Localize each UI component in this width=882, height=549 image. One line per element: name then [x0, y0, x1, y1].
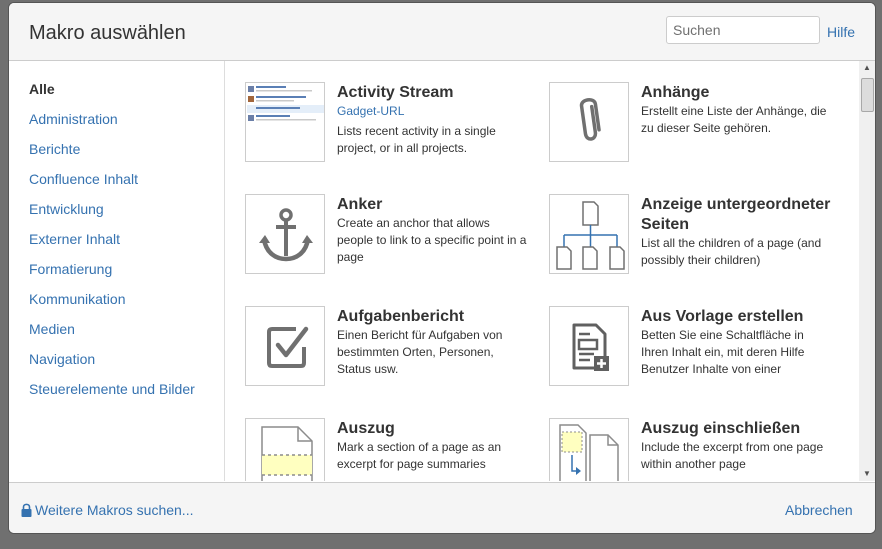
category-berichte[interactable]: Berichte [29, 141, 80, 157]
more-macros-label: Weitere Makros suchen... [35, 502, 194, 518]
macro-description: Einen Bericht für Aufgaben von bestimmte… [337, 328, 503, 376]
macro-card-auszug-einschliessen[interactable]: Auszug einschließen Include the excerpt … [529, 397, 829, 481]
search-input[interactable] [666, 16, 820, 44]
paperclip-icon [549, 82, 629, 162]
macro-name: Auszug [337, 420, 395, 437]
macro-card-aufgabenbericht[interactable]: Aufgabenbericht Einen Bericht für Aufgab… [225, 285, 525, 390]
checkbox-icon [245, 306, 325, 386]
category-steuerelemente-und-bilder[interactable]: Steuerelemente und Bilder [29, 381, 195, 397]
category-administration[interactable]: Administration [29, 111, 118, 127]
category-all[interactable]: Alle [29, 81, 55, 97]
scrollbar-thumb[interactable] [861, 78, 874, 112]
scroll-down-arrow-icon[interactable]: ▼ [859, 467, 875, 481]
excerpt-icon [245, 418, 325, 481]
macro-description: Mark a section of a page as an excerpt f… [337, 440, 502, 471]
macro-name: Auszug einschließen [641, 420, 801, 437]
more-macros-link[interactable]: Weitere Makros suchen... [21, 502, 193, 518]
page-tree-icon [549, 194, 629, 274]
macro-description: Create an anchor that allows people to l… [337, 216, 527, 264]
macro-name: Anhänge [641, 84, 710, 101]
dialog-footer: Weitere Makros suchen... Abbrechen [9, 482, 875, 533]
macro-list-scrollbar[interactable]: ▲ ▼ [859, 61, 875, 481]
macro-card-anzeige-untergeordneter-seiten[interactable]: Anzeige untergeordneter Seiten List all … [529, 173, 831, 278]
macro-name: Activity Stream [337, 84, 454, 101]
category-formatierung[interactable]: Formatierung [29, 261, 112, 277]
macro-name: Anker [337, 196, 383, 213]
category-navigation[interactable]: Navigation [29, 351, 95, 367]
excerpt-include-icon [549, 418, 629, 481]
category-kommunikation[interactable]: Kommunikation [29, 291, 126, 307]
macro-description: Include the excerpt from one page within… [641, 440, 824, 471]
category-confluence-inhalt[interactable]: Confluence Inhalt [29, 171, 138, 187]
macro-list: Activity Stream Gadget-URL Lists recent … [225, 61, 859, 481]
scroll-up-arrow-icon[interactable]: ▲ [859, 61, 875, 75]
macro-description: Erstellt eine Liste der Anhänge, die zu … [641, 104, 827, 135]
template-icon [549, 306, 629, 386]
help-link[interactable]: Hilfe [827, 24, 855, 40]
macro-name: Anzeige untergeordneter Seiten [641, 196, 831, 233]
activity-stream-thumbnail [245, 82, 325, 162]
lock-icon [21, 503, 32, 517]
category-medien[interactable]: Medien [29, 321, 75, 337]
cancel-button[interactable]: Abbrechen [785, 502, 853, 518]
macro-browser-dialog: Makro auswählen Hilfe Alle Administratio… [9, 3, 875, 533]
macro-description: List all the children of a page (and pos… [641, 236, 822, 267]
category-entwicklung[interactable]: Entwicklung [29, 201, 104, 217]
category-sidebar: Alle Administration Berichte Confluence … [9, 61, 225, 481]
macro-card-anhaenge[interactable]: Anhänge Erstellt eine Liste der Anhänge,… [529, 61, 829, 166]
dialog-header: Makro auswählen Hilfe [9, 3, 875, 61]
macro-name: Aufgabenbericht [337, 308, 465, 325]
macro-name: Aus Vorlage erstellen [641, 308, 804, 325]
gadget-url-link[interactable]: Gadget-URL [337, 103, 404, 120]
category-externer-inhalt[interactable]: Externer Inhalt [29, 231, 120, 247]
macro-card-activity-stream[interactable]: Activity Stream Gadget-URL Lists recent … [225, 61, 525, 166]
macro-card-aus-vorlage-erstellen[interactable]: Aus Vorlage erstellen Betten Sie eine Sc… [529, 285, 829, 390]
macro-description: Lists recent activity in a single projec… [337, 124, 496, 155]
anchor-icon [245, 194, 325, 274]
macro-card-anker[interactable]: Anker Create an anchor that allows peopl… [225, 173, 527, 278]
macro-description: Betten Sie eine Schaltfläche in Ihren In… [641, 328, 805, 376]
macro-card-auszug[interactable]: Auszug Mark a section of a page as an ex… [225, 397, 525, 481]
dialog-title: Makro auswählen [29, 22, 186, 44]
